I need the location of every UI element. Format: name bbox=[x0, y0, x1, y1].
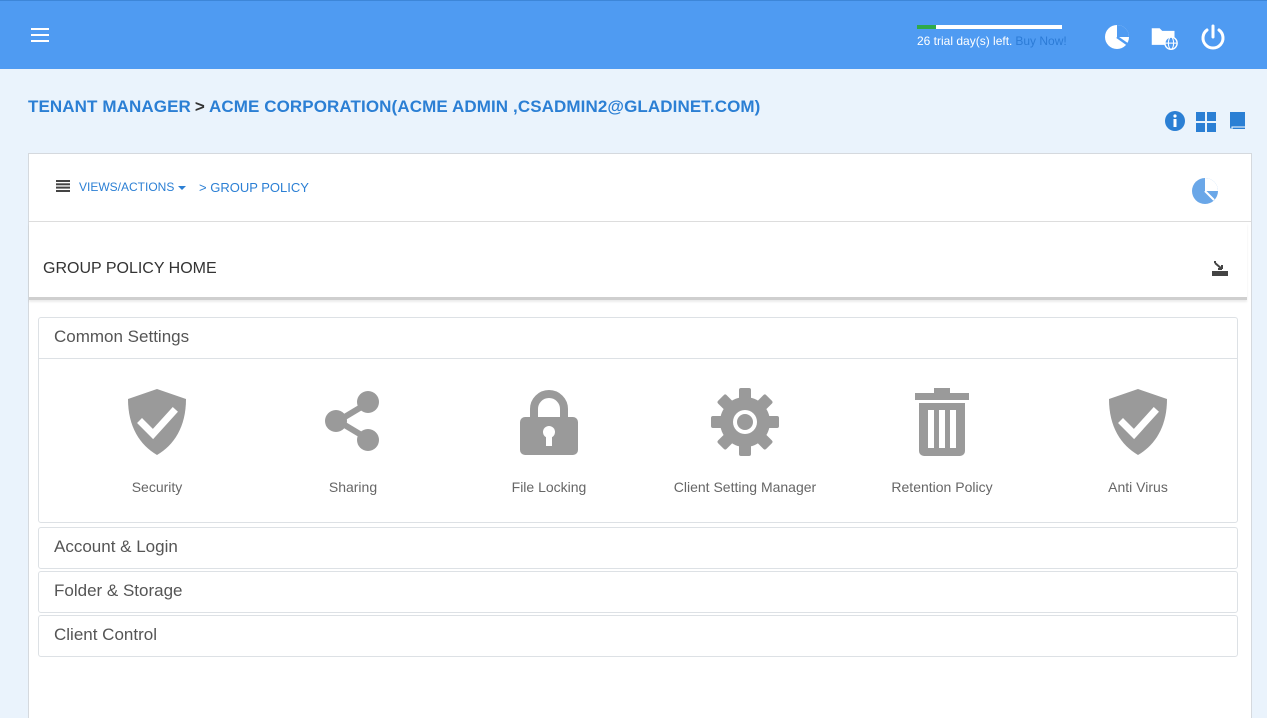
trial-progress-fill bbox=[917, 25, 936, 29]
buy-now-link[interactable]: Buy Now! bbox=[1015, 34, 1066, 48]
tile-retention-policy[interactable]: Retention Policy bbox=[862, 387, 1022, 495]
group-policy-crumb[interactable]: > GROUP POLICY bbox=[199, 180, 309, 195]
section-account-login: Account & Login bbox=[38, 527, 1238, 569]
tile-file-locking[interactable]: File Locking bbox=[469, 387, 629, 495]
top-bar: 26 trial day(s) left. Buy Now! bbox=[0, 0, 1267, 69]
breadcrumb-tenant-manager[interactable]: TENANT MANAGER bbox=[28, 97, 191, 116]
main-panel: VIEWS/ACTIONS > GROUP POLICY GROUP POLIC… bbox=[28, 153, 1252, 718]
tile-anti-virus[interactable]: Anti Virus bbox=[1058, 387, 1218, 495]
group-policy-home-header: GROUP POLICY HOME bbox=[29, 223, 1247, 300]
views-toolbar: VIEWS/ACTIONS > GROUP POLICY bbox=[29, 154, 1251, 222]
section-folder-storage-header[interactable]: Folder & Storage bbox=[39, 572, 1237, 612]
breadcrumb-separator: > bbox=[194, 97, 205, 116]
tile-label: Anti Virus bbox=[1108, 479, 1168, 495]
page-title: GROUP POLICY HOME bbox=[43, 260, 217, 277]
info-icon[interactable] bbox=[1164, 110, 1186, 132]
lock-icon bbox=[520, 390, 578, 455]
share-icon bbox=[325, 391, 379, 451]
header-actions bbox=[1164, 110, 1248, 132]
caret-down-icon bbox=[178, 185, 187, 190]
section-common-settings-header[interactable]: Common Settings bbox=[39, 318, 1237, 358]
trash-icon bbox=[915, 388, 969, 456]
trial-progress-bar bbox=[917, 25, 1062, 29]
tile-label: Retention Policy bbox=[891, 479, 993, 495]
book-icon[interactable] bbox=[1226, 110, 1248, 132]
pie-chart-icon[interactable] bbox=[1103, 23, 1131, 51]
section-folder-storage: Folder & Storage bbox=[38, 571, 1238, 613]
tile-client-setting-manager[interactable]: Client Setting Manager bbox=[665, 387, 825, 495]
breadcrumb-tenant[interactable]: ACME CORPORATION(ACME ADMIN ,CSADMIN2@GL… bbox=[209, 97, 761, 116]
folder-globe-icon[interactable] bbox=[1150, 23, 1178, 51]
section-common-settings: Common Settings Security Sharing File Lo… bbox=[38, 317, 1238, 523]
trial-status: 26 trial day(s) left. Buy Now! bbox=[917, 25, 1067, 48]
breadcrumb: TENANT MANAGER > ACME CORPORATION(ACME ADM… bbox=[28, 97, 760, 117]
tile-label: Client Setting Manager bbox=[673, 479, 817, 495]
tile-label: File Locking bbox=[511, 479, 587, 495]
shield-check-icon bbox=[128, 389, 186, 455]
tile-sharing[interactable]: Sharing bbox=[273, 387, 433, 495]
menu-icon[interactable] bbox=[31, 28, 49, 44]
grid-icon[interactable] bbox=[1195, 110, 1217, 132]
tile-label: Security bbox=[131, 479, 183, 495]
shield-check-icon bbox=[1109, 389, 1167, 455]
export-icon[interactable] bbox=[1211, 259, 1229, 277]
pie-chart-icon[interactable] bbox=[1191, 177, 1219, 205]
views-actions-label: VIEWS/ACTIONS bbox=[79, 180, 175, 194]
views-actions-dropdown[interactable]: VIEWS/ACTIONS bbox=[79, 180, 187, 194]
trial-days-text: 26 trial day(s) left. bbox=[917, 34, 1013, 48]
gear-icon bbox=[711, 388, 779, 456]
section-account-login-header[interactable]: Account & Login bbox=[39, 528, 1237, 568]
tile-label: Sharing bbox=[328, 479, 378, 495]
power-icon[interactable] bbox=[1199, 23, 1227, 51]
common-settings-tiles: Security Sharing File Locking Client Set… bbox=[39, 358, 1237, 522]
list-icon[interactable] bbox=[56, 180, 70, 192]
section-client-control: Client Control bbox=[38, 615, 1238, 657]
tile-security[interactable]: Security bbox=[77, 387, 237, 495]
section-client-control-header[interactable]: Client Control bbox=[39, 616, 1237, 656]
